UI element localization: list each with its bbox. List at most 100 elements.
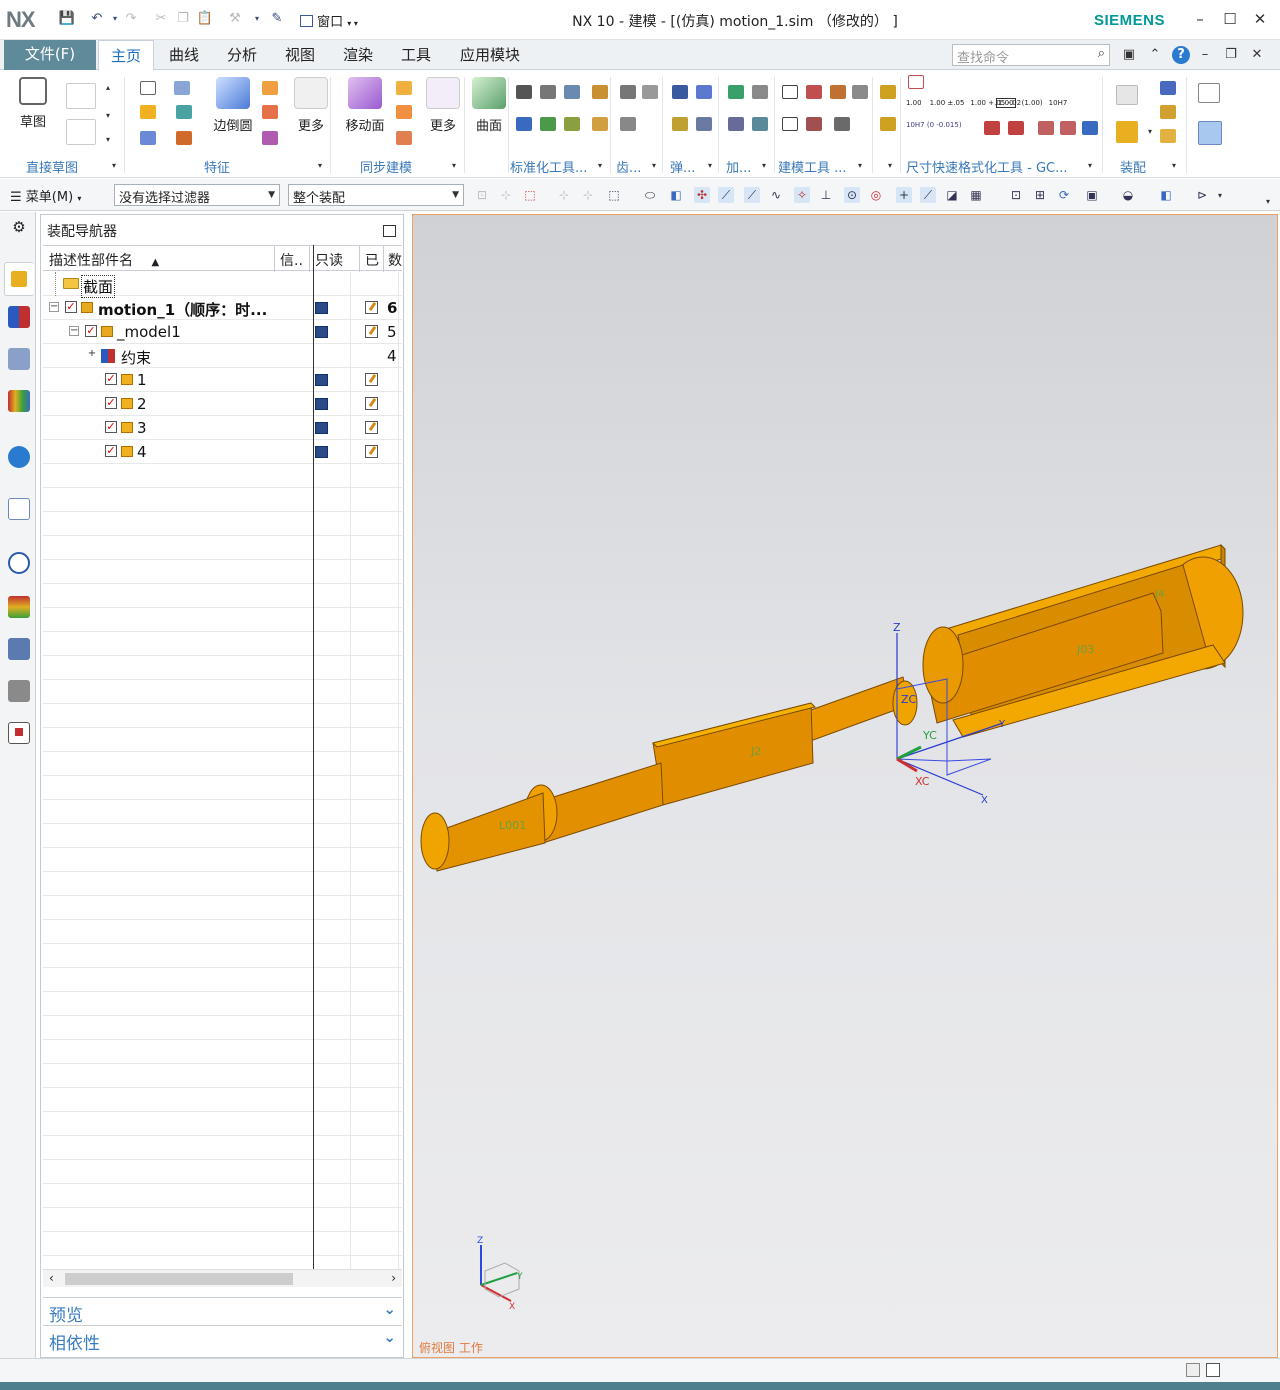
- hd3d-tools-icon[interactable]: [8, 446, 30, 468]
- group-menu-caret-icon[interactable]: ▾: [1172, 161, 1176, 170]
- dimension-tool-icon[interactable]: [908, 75, 924, 89]
- scroll-right-icon[interactable]: ›: [391, 1271, 396, 1285]
- standard-part-icon[interactable]: [564, 85, 580, 99]
- midpoint-snap-icon[interactable]: ⟋: [718, 187, 734, 203]
- constraint-navigator-icon[interactable]: [8, 306, 30, 328]
- modeling-tool-icon[interactable]: [782, 117, 798, 131]
- paste-icon[interactable]: 📋: [196, 10, 214, 28]
- column-divider[interactable]: [359, 246, 360, 272]
- tab-application[interactable]: 应用模块: [450, 40, 530, 70]
- group-menu-caret-icon[interactable]: ▾: [652, 161, 656, 170]
- selection-scope-dropdown[interactable]: 整个装配 ▼: [288, 184, 464, 206]
- tab-analysis[interactable]: 分析: [218, 40, 266, 70]
- fit-view-icon[interactable]: ⊡: [1008, 187, 1024, 203]
- visibility-checkbox[interactable]: ✓: [105, 397, 117, 409]
- toolbar-more-caret-icon[interactable]: ▾: [1266, 197, 1270, 206]
- column-divider[interactable]: [274, 246, 275, 272]
- model-viewport[interactable]: L001 J2 J03 J4 Z ZC YC XC Y X Z Y X: [413, 215, 1278, 1358]
- copy-icon[interactable]: ❐: [174, 10, 192, 28]
- column-header-info[interactable]: 信..: [280, 250, 308, 270]
- standard-part-icon[interactable]: [540, 117, 556, 131]
- touch-mode-icon[interactable]: ✎: [268, 10, 286, 28]
- quadrant-snap-icon[interactable]: ◎: [868, 187, 884, 203]
- column-divider[interactable]: [383, 246, 384, 272]
- arc-center-snap-icon[interactable]: ⊙: [844, 187, 860, 203]
- tree-row-component-4[interactable]: ✓ 4: [43, 440, 402, 464]
- ribbon-options-icon[interactable]: ▣: [1120, 46, 1138, 64]
- spring-tool-icon[interactable]: [672, 85, 688, 99]
- column-header-part-name[interactable]: 描述性部件名 ▲: [49, 250, 269, 270]
- edge-blend-button[interactable]: 边倒圆: [206, 77, 260, 147]
- point-on-face-snap-icon[interactable]: ◪: [944, 187, 960, 203]
- close-button[interactable]: ✕: [1248, 8, 1272, 30]
- wave-geometry-icon[interactable]: [1198, 121, 1222, 145]
- add-component-icon[interactable]: [1116, 121, 1138, 143]
- pattern-icon[interactable]: [176, 105, 192, 119]
- select-face-icon[interactable]: ⊹: [580, 187, 596, 203]
- sketch-scroll-caret-icon[interactable]: ▾: [106, 111, 110, 120]
- full-screen-icon[interactable]: [1186, 1363, 1200, 1377]
- assembly-constraint-icon[interactable]: [1160, 81, 1176, 95]
- group-menu-caret-icon[interactable]: ▾: [452, 161, 456, 170]
- tab-view[interactable]: 视图: [276, 40, 324, 70]
- standard-part-icon[interactable]: [564, 117, 580, 131]
- child-restore-icon[interactable]: ❐: [1222, 46, 1240, 64]
- assembly-tool-icon[interactable]: [880, 117, 896, 131]
- collapse-icon[interactable]: −: [49, 302, 59, 312]
- dimension-format-row-2[interactable]: 10H7 (0 -0.015): [906, 121, 986, 137]
- robot-icon[interactable]: [8, 680, 30, 702]
- wcs-xc-handle[interactable]: [896, 757, 918, 773]
- tree-row-sections[interactable]: 截面: [43, 272, 402, 298]
- collapse-icon[interactable]: −: [69, 326, 79, 336]
- tab-tools[interactable]: 工具: [392, 40, 440, 70]
- horizontal-scrollbar[interactable]: ‹ ›: [43, 1269, 402, 1287]
- undo-icon[interactable]: ↶: [88, 10, 106, 28]
- control-point-snap-icon[interactable]: ⟋: [744, 187, 760, 203]
- menu-button[interactable]: ☰ 菜单(M) ▾: [10, 186, 81, 205]
- scrollbar-thumb[interactable]: [65, 1273, 293, 1285]
- sketch-expand-caret-icon[interactable]: ▾: [106, 135, 110, 144]
- boss-icon[interactable]: [140, 105, 156, 119]
- gear-tool-icon[interactable]: [620, 85, 636, 99]
- unite-icon[interactable]: [140, 131, 156, 145]
- scroll-left-icon[interactable]: ‹: [49, 1271, 54, 1285]
- file-menu-tab[interactable]: 文件(F): [4, 40, 96, 70]
- group-menu-caret-icon[interactable]: ▾: [598, 161, 602, 170]
- sketch-curve-icon[interactable]: [66, 83, 96, 109]
- mirror-assembly-icon[interactable]: [1160, 129, 1176, 143]
- spring-tool-icon[interactable]: [696, 85, 712, 99]
- assembly-dropdown-caret-icon[interactable]: ▾: [1148, 127, 1152, 136]
- command-search-input[interactable]: 查找命令 ⌕: [952, 44, 1110, 66]
- type-filter-dropdown[interactable]: 没有选择过滤器 ▼: [114, 184, 280, 206]
- help-icon[interactable]: ?: [1172, 46, 1190, 64]
- shell-icon[interactable]: [176, 131, 192, 145]
- palette-icon[interactable]: [8, 596, 30, 618]
- repeat-command-icon[interactable]: ⚒: [226, 10, 244, 28]
- column-divider[interactable]: [309, 246, 310, 272]
- snap-point-icon[interactable]: ⬭: [642, 187, 658, 203]
- dim-format-1[interactable]: 1.00: [906, 99, 922, 107]
- tab-curve[interactable]: 曲线: [160, 40, 208, 70]
- tab-render[interactable]: 渲染: [334, 40, 382, 70]
- standard-part-icon[interactable]: [592, 85, 608, 99]
- save-icon[interactable]: 💾: [58, 10, 76, 28]
- intersection-snap-icon[interactable]: ✧: [794, 187, 810, 203]
- modeling-tool-icon[interactable]: [834, 117, 850, 131]
- hole-icon[interactable]: [174, 81, 190, 95]
- dim-format-2[interactable]: 1.00 ±.05: [930, 99, 965, 107]
- modeling-tool-icon[interactable]: [806, 117, 822, 131]
- extrude-icon[interactable]: [140, 81, 156, 95]
- child-close-icon[interactable]: ✕: [1248, 46, 1266, 64]
- tab-home[interactable]: 主页: [98, 40, 154, 71]
- show-hide-icon[interactable]: ⊳: [1194, 187, 1210, 203]
- assembly-navigator-tab-icon[interactable]: [4, 262, 34, 296]
- select-solid-icon[interactable]: ◧: [668, 187, 684, 203]
- rectangle-icon[interactable]: [66, 119, 96, 145]
- repeat-dropdown-icon[interactable]: ▾: [248, 10, 266, 28]
- expand-icon[interactable]: +: [87, 349, 97, 360]
- tree-row-component-3[interactable]: ✓ 3: [43, 416, 402, 440]
- trim-body-icon[interactable]: [262, 105, 278, 119]
- sketch-more-caret-icon[interactable]: ▴: [106, 83, 110, 92]
- point-on-curve-snap-icon[interactable]: ⟋: [920, 187, 936, 203]
- dimension-tool-icon[interactable]: [1082, 121, 1098, 135]
